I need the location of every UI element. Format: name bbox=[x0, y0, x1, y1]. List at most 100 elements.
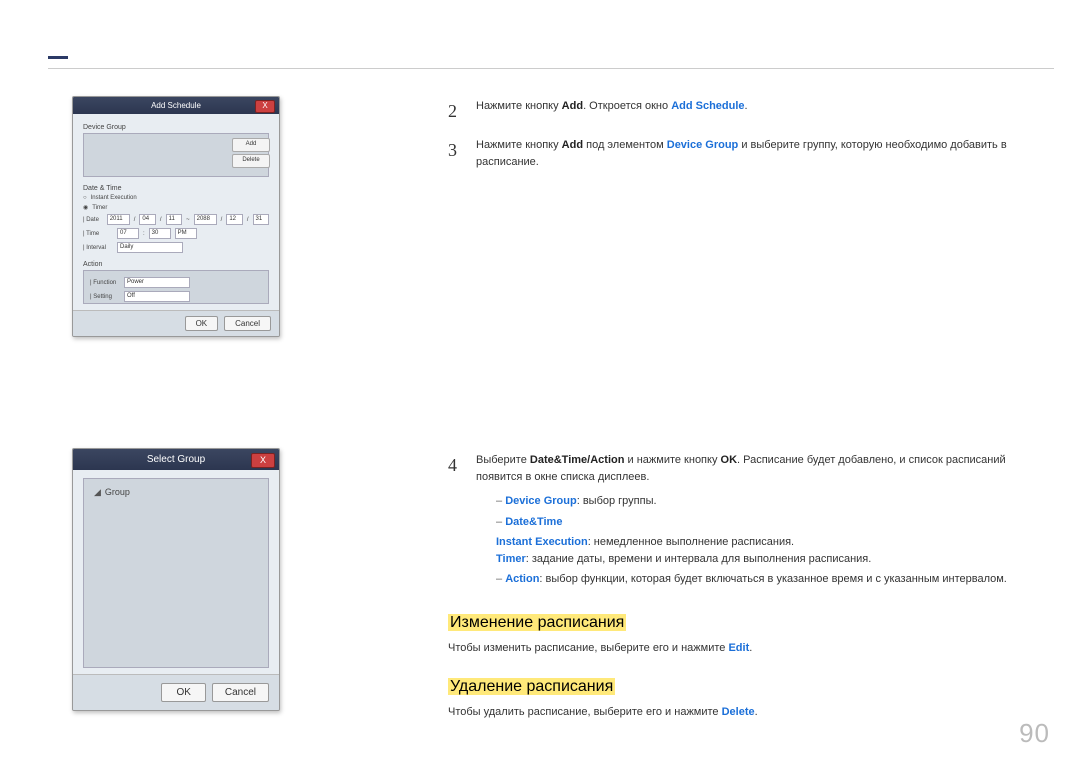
add-button: Add bbox=[232, 138, 270, 152]
date-tilde: ~ bbox=[186, 217, 190, 223]
function-row: | Function Power bbox=[90, 277, 262, 288]
term-instant-execution: Instant Execution bbox=[496, 536, 588, 548]
step-number: 4 bbox=[448, 452, 460, 592]
step-2: 2 Нажмите кнопку Add. Откроется окно Add… bbox=[448, 98, 1048, 125]
text: . bbox=[745, 100, 748, 112]
add-schedule-window-screenshot: Add Schedule X Device Group Add Delete D… bbox=[72, 96, 280, 337]
action-box: | Function Power | Setting Off bbox=[83, 270, 269, 304]
sub-sub-timer: Timer: задание даты, времени и интервала… bbox=[496, 551, 1048, 568]
text: : выбор группы. bbox=[577, 495, 657, 507]
interval-value: Daily bbox=[117, 242, 183, 253]
term-delete: Delete bbox=[722, 706, 755, 718]
date-label: | Date bbox=[83, 217, 103, 223]
window-title: Select Group bbox=[147, 454, 205, 465]
time-label: | Time bbox=[83, 231, 113, 237]
window-body: ◢Group bbox=[73, 470, 279, 674]
ok-button: OK bbox=[161, 683, 205, 702]
text: Нажмите кнопку bbox=[476, 100, 562, 112]
interval-label-text: | Interval bbox=[83, 245, 113, 251]
text: Выберите bbox=[476, 454, 530, 466]
radio-instant-execution: ○Instant Execution bbox=[83, 195, 269, 201]
function-label-text: | Function bbox=[90, 280, 120, 286]
group-tree: ◢Group bbox=[83, 478, 269, 668]
term-device-group: Device Group bbox=[505, 495, 577, 507]
step-body: Нажмите кнопку Add. Откроется окно Add S… bbox=[476, 98, 1048, 125]
cancel-button: Cancel bbox=[212, 683, 269, 702]
date-day1: 11 bbox=[166, 214, 183, 225]
term-ok: OK bbox=[721, 454, 738, 466]
sub-item-action: Action: выбор функции, которая будет вкл… bbox=[496, 571, 1048, 588]
term-device-group: Device Group bbox=[667, 139, 739, 151]
time-minute: 30 bbox=[149, 228, 171, 239]
window-footer: OK Cancel bbox=[73, 674, 279, 710]
radio-timer: ◉Timer bbox=[83, 204, 269, 211]
window-footer: OK Cancel bbox=[73, 310, 279, 336]
section-label-action: Action bbox=[83, 261, 269, 268]
term-datetime: Date&Time bbox=[530, 454, 587, 466]
text: : задание даты, времени и интервала для … bbox=[526, 553, 872, 565]
heading-edit-schedule: Изменение расписания bbox=[448, 614, 1048, 632]
sub-item-datetime: Date&Time bbox=[496, 514, 1048, 531]
time-ampm: PM bbox=[175, 228, 197, 239]
window-titlebar: Add Schedule X bbox=[73, 97, 279, 114]
date-month1: 04 bbox=[139, 214, 156, 225]
sub-item-device-group: Device Group: выбор группы. bbox=[496, 493, 1048, 510]
text: Чтобы удалить расписание, выберите его и… bbox=[448, 706, 722, 718]
text: . Откроется окно bbox=[583, 100, 671, 112]
setting-value: Off bbox=[124, 291, 190, 302]
text: : немедленное выполнение расписания. bbox=[588, 536, 794, 548]
term-datetime: Date&Time bbox=[505, 516, 562, 528]
date-year2: 2088 bbox=[194, 214, 217, 225]
term-timer: Timer bbox=[496, 553, 526, 565]
time-hour: 07 bbox=[117, 228, 139, 239]
delete-button: Delete bbox=[232, 154, 270, 168]
paragraph-delete: Чтобы удалить расписание, выберите его и… bbox=[448, 704, 1048, 721]
text: Чтобы изменить расписание, выберите его … bbox=[448, 642, 728, 654]
term-add: Add bbox=[562, 100, 583, 112]
step-body: Выберите Date&Time/Action и нажмите кноп… bbox=[476, 452, 1048, 592]
term-edit: Edit bbox=[728, 642, 749, 654]
radio-timer-label: Timer bbox=[92, 205, 107, 211]
spacer bbox=[448, 182, 1048, 452]
setting-label-text: | Setting bbox=[90, 294, 120, 300]
sub-list: Device Group: выбор группы. Date&Time In… bbox=[476, 493, 1048, 588]
text: . bbox=[755, 706, 758, 718]
ok-button: OK bbox=[185, 316, 219, 331]
page-header-separator bbox=[48, 68, 1054, 69]
step-number: 3 bbox=[448, 137, 460, 170]
interval-row: | Interval Daily bbox=[83, 242, 269, 253]
step-3: 3 Нажмите кнопку Add под элементом Devic… bbox=[448, 137, 1048, 170]
chevron-icon: ◢ bbox=[94, 487, 101, 497]
section-label-datetime: Date & Time bbox=[83, 185, 269, 192]
text: Нажмите кнопку bbox=[476, 139, 562, 151]
close-icon: X bbox=[255, 100, 275, 113]
date-month2: 12 bbox=[226, 214, 243, 225]
window-titlebar: Select Group X bbox=[73, 449, 279, 470]
text-column: 2 Нажмите кнопку Add. Откроется окно Add… bbox=[448, 98, 1048, 721]
step-body: Нажмите кнопку Add под элементом Device … bbox=[476, 137, 1048, 170]
window-body: Device Group Add Delete Date & Time ○Ins… bbox=[73, 114, 279, 310]
step-4: 4 Выберите Date&Time/Action и нажмите кн… bbox=[448, 452, 1048, 592]
setting-row: | Setting Off bbox=[90, 291, 262, 302]
page-number: 90 bbox=[1019, 718, 1050, 749]
sub-sub-instant: Instant Execution: немедленное выполнени… bbox=[496, 534, 1048, 551]
select-group-window-screenshot: Select Group X ◢Group OK Cancel bbox=[72, 448, 280, 711]
page-accent-bar bbox=[48, 56, 68, 59]
text: : выбор функции, которая будет включатьс… bbox=[539, 573, 1006, 585]
heading-text: Изменение расписания bbox=[448, 614, 626, 631]
term-add-schedule: Add Schedule bbox=[671, 100, 744, 112]
text: под элементом bbox=[583, 139, 667, 151]
function-value: Power bbox=[124, 277, 190, 288]
radio-instant-label: Instant Execution bbox=[91, 195, 137, 201]
step-number: 2 bbox=[448, 98, 460, 125]
close-icon: X bbox=[251, 453, 275, 468]
term-add: Add bbox=[562, 139, 583, 151]
term-action: Action bbox=[590, 454, 624, 466]
date-day2: 31 bbox=[253, 214, 270, 225]
paragraph-edit: Чтобы изменить расписание, выберите его … bbox=[448, 640, 1048, 657]
term-action: Action bbox=[505, 573, 539, 585]
heading-text: Удаление расписания bbox=[448, 678, 615, 695]
time-row: | Time 07 : 30 PM bbox=[83, 228, 269, 239]
section-label-devicegroup: Device Group bbox=[83, 124, 269, 131]
heading-delete-schedule: Удаление расписания bbox=[448, 678, 1048, 696]
